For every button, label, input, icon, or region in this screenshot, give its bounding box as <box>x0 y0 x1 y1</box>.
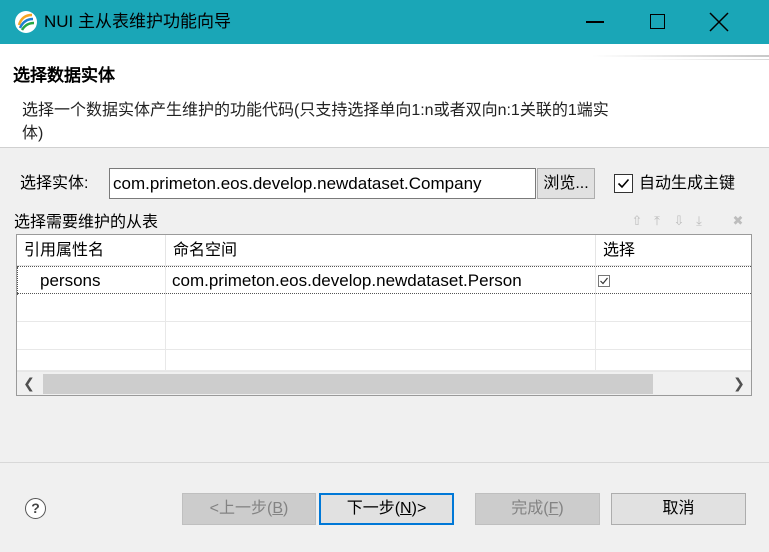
delete-icon[interactable]: ✖ <box>731 213 745 229</box>
cell-empty <box>17 294 166 322</box>
window-title: NUI 主从表维护功能向导 <box>44 12 231 31</box>
move-bottom-icon[interactable]: ⤓ <box>692 213 706 229</box>
back-label: <上一步( <box>209 500 273 517</box>
cell-empty <box>596 294 751 322</box>
table-row[interactable]: persons com.primeton.eos.develop.newdata… <box>17 266 751 295</box>
column-header-select[interactable]: 选择 <box>596 235 751 266</box>
page-description: 选择一个数据实体产生维护的功能代码(只支持选择单向1:n或者双向n:1关联的1端… <box>22 102 609 142</box>
cell-empty <box>17 322 166 350</box>
header-decoration <box>635 59 769 60</box>
maximize-icon <box>650 14 665 29</box>
column-header-ref[interactable]: 引用属性名 <box>17 235 166 266</box>
table-row-empty <box>17 350 751 371</box>
cell-empty <box>166 294 596 322</box>
next-label: 下一步( <box>346 500 401 517</box>
scroll-right-icon[interactable]: ❯ <box>727 372 751 395</box>
move-down-icon[interactable]: ⇩ <box>672 213 686 229</box>
page-title: 选择数据实体 <box>13 66 115 85</box>
minimize-button[interactable] <box>574 0 620 44</box>
next-button[interactable]: 下一步(N)> <box>319 493 454 525</box>
row-select-checkbox[interactable] <box>598 275 610 287</box>
entity-label: 选择实体: <box>20 175 89 192</box>
cell-select <box>596 267 751 295</box>
auto-pk-checkbox[interactable] <box>614 174 633 193</box>
subtable-label: 选择需要维护的从表 <box>14 214 159 231</box>
column-header-namespace[interactable]: 命名空间 <box>166 235 596 266</box>
checkmark-icon <box>600 277 608 285</box>
finish-label-end: ) <box>558 500 564 517</box>
app-logo-icon <box>14 10 38 34</box>
auto-pk-label: 自动生成主键 <box>639 175 736 192</box>
maximize-button[interactable] <box>634 0 680 44</box>
finish-label: 完成( <box>511 500 549 517</box>
scrollbar-thumb[interactable] <box>43 374 653 394</box>
cell-empty <box>596 350 751 371</box>
move-up-icon[interactable]: ⇧ <box>630 213 644 229</box>
finish-mnemonic: F <box>548 500 559 517</box>
close-button[interactable] <box>696 0 742 44</box>
close-icon <box>709 12 729 32</box>
wizard-header: 选择数据实体 选择一个数据实体产生维护的功能代码(只支持选择单向1:n或者双向n… <box>0 44 769 148</box>
cell-empty <box>596 322 751 350</box>
header-decoration <box>592 55 769 57</box>
table-row-empty <box>17 322 751 350</box>
horizontal-scrollbar[interactable]: ❮ ❯ <box>17 371 751 395</box>
scroll-left-icon[interactable]: ❮ <box>17 372 41 395</box>
entity-input[interactable] <box>109 168 536 199</box>
back-label-end: ) <box>283 500 289 517</box>
subtable-table: 引用属性名 命名空间 选择 persons com.primeton.eos.d… <box>16 234 752 396</box>
browse-button[interactable]: 浏览... <box>537 168 595 199</box>
cell-empty <box>17 350 166 371</box>
next-mnemonic: N <box>400 500 412 517</box>
back-mnemonic: B <box>272 500 284 517</box>
minimize-icon <box>586 21 604 23</box>
back-button[interactable]: <上一步(B) <box>182 493 316 525</box>
finish-button[interactable]: 完成(F) <box>475 493 600 525</box>
move-top-icon[interactable]: ⤒ <box>650 213 664 229</box>
cancel-button[interactable]: 取消 <box>611 493 746 525</box>
cell-namespace: com.primeton.eos.develop.newdataset.Pers… <box>166 267 596 295</box>
footer-divider <box>0 462 769 463</box>
next-label-end: )> <box>411 500 427 517</box>
cell-ref: persons <box>17 267 166 295</box>
table-row-empty <box>17 294 751 322</box>
title-bar: NUI 主从表维护功能向导 <box>0 0 769 44</box>
checkmark-icon <box>617 178 630 189</box>
cell-empty <box>166 322 596 350</box>
cell-empty <box>166 350 596 371</box>
help-icon[interactable]: ? <box>25 498 46 519</box>
